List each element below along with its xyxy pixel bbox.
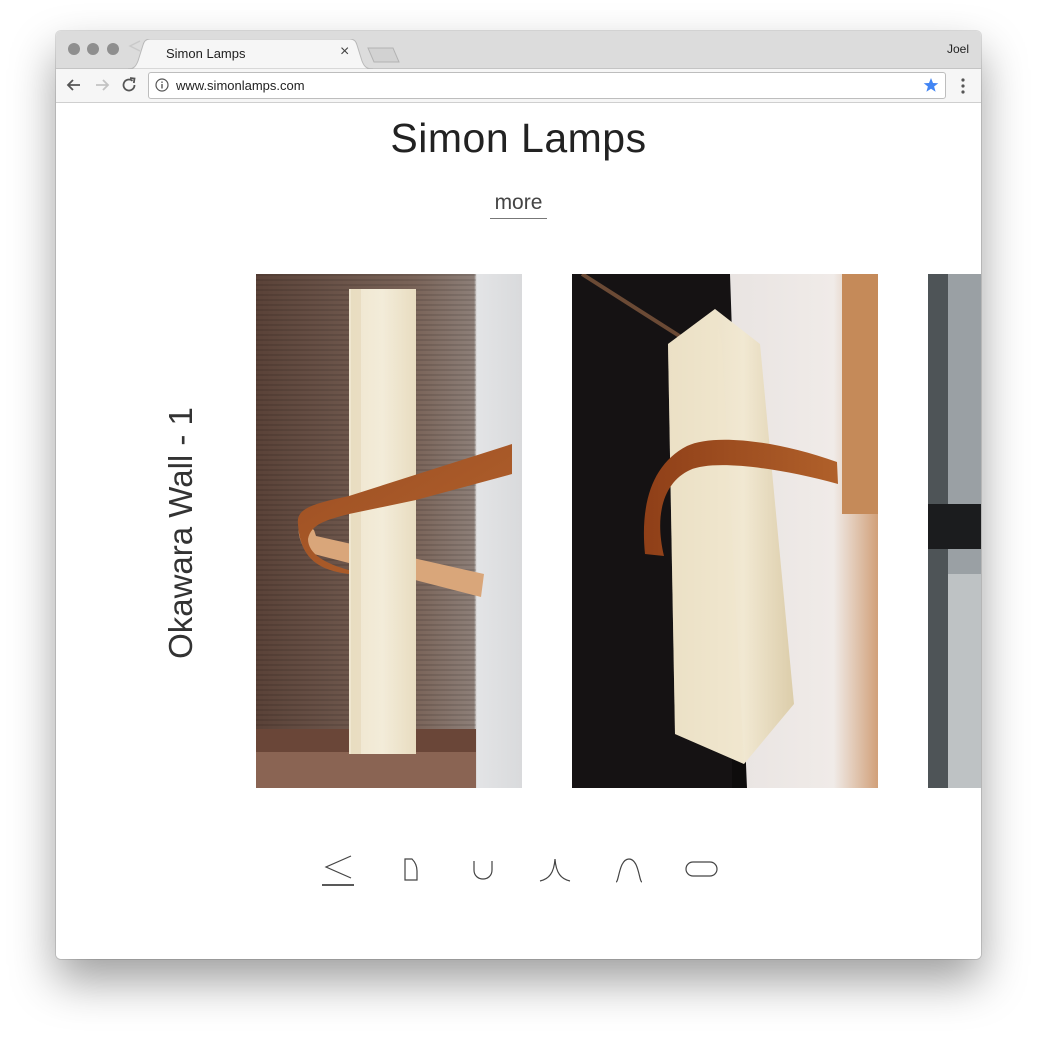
kebab-menu-icon[interactable] [956,76,970,96]
flare-shape-icon[interactable] [535,853,575,887]
address-bar[interactable]: www.simonlamps.com [148,72,946,99]
tab-title: Simon Lamps [166,46,246,61]
okawara-wall-photo-1[interactable] [256,274,522,788]
zoom-window-button[interactable] [107,43,119,55]
new-tab-button[interactable] [367,46,401,64]
info-icon[interactable] [155,78,169,92]
close-window-button[interactable] [68,43,80,55]
minimize-window-button[interactable] [87,43,99,55]
tall-rounded-shape-icon[interactable] [394,853,434,887]
url-text[interactable]: www.simonlamps.com [176,78,305,93]
page-content: Simon Lamps more Okawara Wall - 1 [56,103,981,959]
reload-icon[interactable] [119,75,139,95]
close-tab-icon[interactable]: × [340,43,349,61]
u-shape-icon[interactable] [463,853,503,887]
site-title: Simon Lamps [390,115,647,161]
forward-arrow-icon[interactable] [92,75,112,95]
browser-window: Simon Lamps × Joel www.simonlamps.com Si… [56,31,981,959]
profile-name[interactable]: Joel [947,42,969,56]
okawara-wall-photo-2[interactable] [572,274,878,788]
gallery-label-text: Okawara Wall - 1 [162,407,199,659]
wedge-shape-icon[interactable] [320,853,360,887]
tab-bar: Simon Lamps × Joel [56,31,981,69]
bookmark-star-icon[interactable] [923,77,939,93]
shape-nav [56,853,981,893]
more-link[interactable]: more [490,191,547,219]
okawara-wall-photo-3-partial[interactable] [928,274,981,788]
favicon-icon [128,40,141,52]
pill-shape-icon[interactable] [682,853,726,887]
browser-toolbar: www.simonlamps.com [56,69,981,103]
tab-simon-lamps[interactable]: Simon Lamps × [128,39,373,69]
arch-shape-icon[interactable] [609,853,649,887]
back-arrow-icon[interactable] [64,75,84,95]
